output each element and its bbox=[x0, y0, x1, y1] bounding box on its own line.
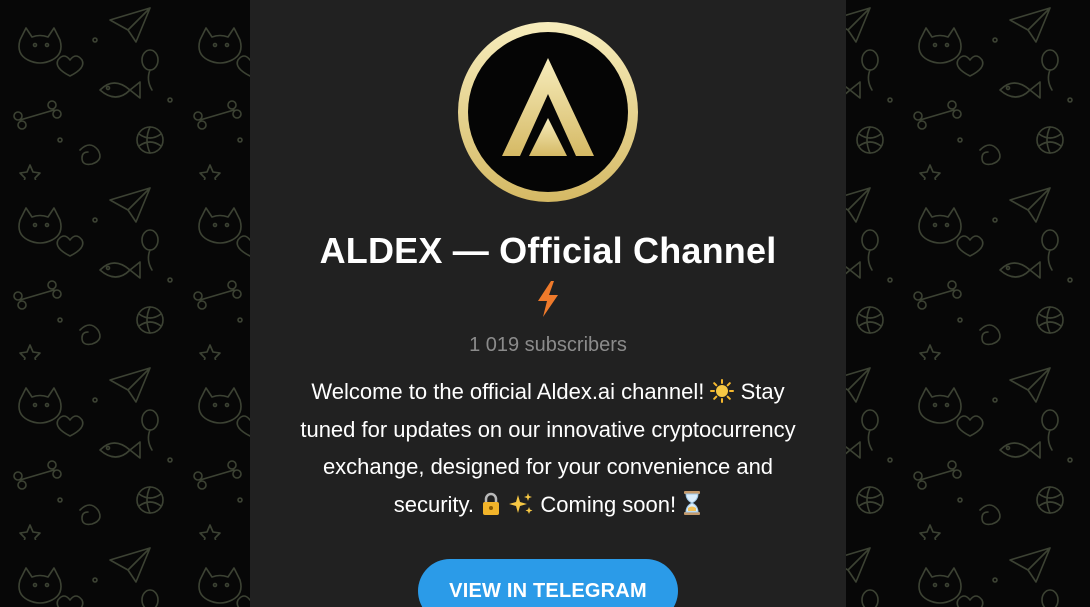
sparkles-icon bbox=[509, 492, 533, 514]
description-line-4-mid: Coming soon! bbox=[534, 491, 683, 517]
subscriber-count: 1 019 subscribers bbox=[469, 334, 627, 356]
channel-description: Welcome to the official Aldex.ai channel… bbox=[270, 373, 826, 523]
description-line-4-start: security. bbox=[393, 491, 481, 517]
view-in-telegram-button[interactable]: VIEW IN TELEGRAM bbox=[418, 559, 678, 607]
hourglass-icon bbox=[684, 490, 701, 515]
description-line-3: exchange, designed for your convenience … bbox=[322, 454, 774, 479]
locked-with-key-icon bbox=[483, 492, 500, 515]
sun-icon bbox=[710, 379, 735, 403]
description-line-1-tail: Stay bbox=[734, 379, 785, 404]
channel-title: ALDEX — Official Channel bbox=[319, 230, 777, 271]
channel-card: ALDEX — Official Channel 1 019 subscribe… bbox=[250, 0, 846, 607]
channel-avatar-logo bbox=[458, 22, 638, 202]
description-line-1: Welcome to the official Aldex.ai channel… bbox=[311, 379, 711, 404]
description-line-2: tuned for updates on our innovative cryp… bbox=[300, 416, 796, 442]
telegram-channel-preview: ALDEX — Official Channel 1 019 subscribe… bbox=[0, 0, 1090, 607]
lightning-bolt-icon bbox=[538, 281, 558, 317]
